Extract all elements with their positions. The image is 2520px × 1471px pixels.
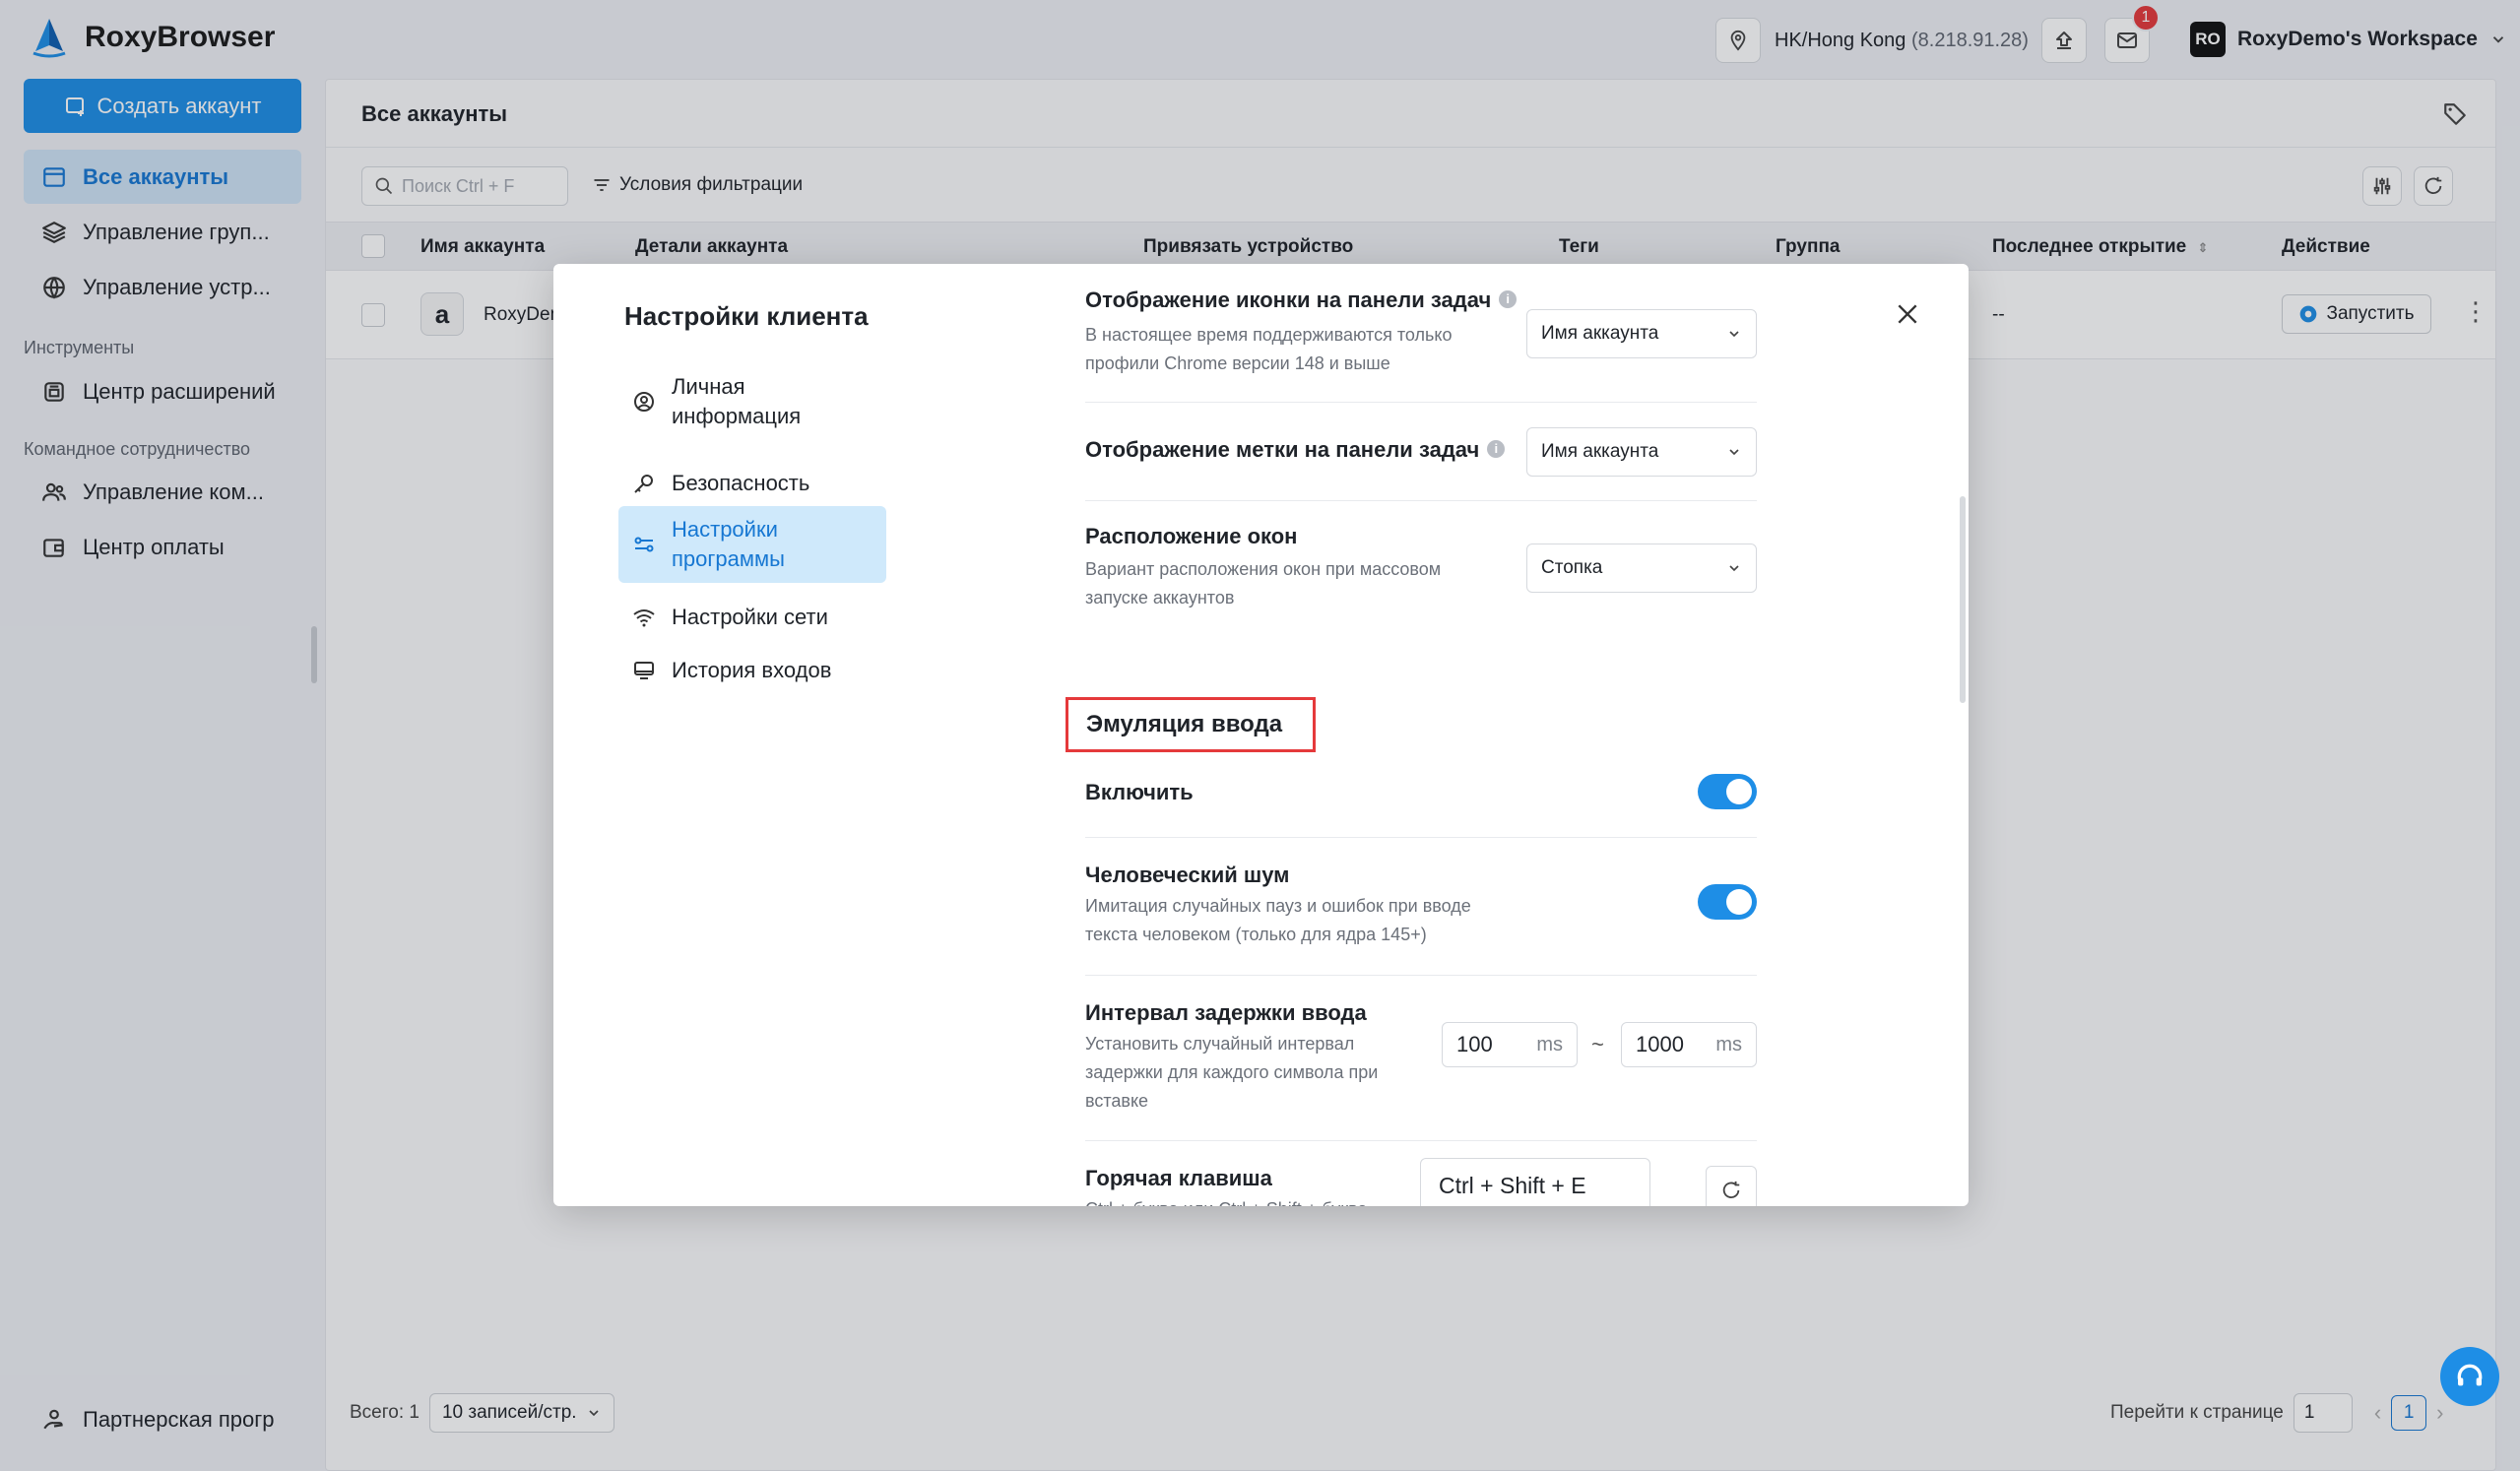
- modal-nav-label: Безопасность: [672, 471, 810, 495]
- delay-min-value: 100: [1456, 1032, 1493, 1056]
- hotkey-input[interactable]: Ctrl + Shift + E: [1420, 1158, 1650, 1206]
- divider: [1085, 1140, 1757, 1141]
- modal-nav-security[interactable]: Безопасность: [618, 459, 886, 508]
- select-value: Стопка: [1541, 557, 1603, 578]
- divider: [1085, 500, 1757, 501]
- unit-label: ms: [1536, 1033, 1563, 1055]
- setting-description: Установить случайный интервал задержки д…: [1085, 1034, 1379, 1111]
- support-button[interactable]: [2440, 1347, 2499, 1406]
- modal-nav-label: Личная информация: [672, 374, 802, 428]
- unit-label: ms: [1715, 1033, 1742, 1055]
- headset-icon: [2457, 1364, 2483, 1386]
- setting-title: Отображение метки на панели задач i: [1085, 437, 1506, 463]
- chevron-down-icon: [1729, 565, 1739, 572]
- key-icon: [634, 475, 653, 493]
- divider: [1085, 975, 1757, 976]
- setting-title: Человеческий шум: [1085, 863, 1290, 887]
- section-heading-input-emulation: Эмуляция ввода: [1066, 697, 1316, 752]
- range-separator: ~: [1591, 1032, 1604, 1056]
- enable-input-emulation-toggle[interactable]: [1698, 774, 1757, 809]
- setting-title: Интервал задержки ввода: [1085, 1000, 1367, 1025]
- taskbar-label-select[interactable]: Имя аккаунта: [1526, 427, 1757, 477]
- setting-description: В настоящее время поддерживаются только …: [1085, 325, 1453, 373]
- delay-max-input[interactable]: 1000 ms: [1621, 1022, 1757, 1067]
- divider: [1085, 402, 1757, 403]
- user-icon: [634, 392, 654, 412]
- close-icon[interactable]: [1895, 301, 1920, 327]
- info-icon[interactable]: i: [1487, 439, 1506, 458]
- setting-description: Вариант расположения окон при массовом з…: [1085, 559, 1442, 608]
- setting-title: Отображение иконки на панели задач i: [1085, 288, 1518, 313]
- delay-max-value: 1000: [1636, 1032, 1684, 1056]
- setting-description: Ctrl + буква или Ctrl + Shift + буква: [1085, 1195, 1410, 1206]
- modal-scrollbar[interactable]: [1960, 496, 1966, 703]
- setting-title-text: Отображение иконки на панели задач: [1085, 288, 1492, 312]
- setting-title-text: Отображение метки на панели задач: [1085, 437, 1480, 462]
- sliders-icon: [634, 537, 654, 552]
- modal-nav-label: Настройки сети: [672, 605, 828, 629]
- human-noise-toggle[interactable]: [1698, 884, 1757, 920]
- setting-title: Горячая клавиша: [1085, 1166, 1272, 1190]
- modal-nav-program-settings[interactable]: Настройки программы: [618, 506, 886, 583]
- modal-nav-label: История входов: [672, 658, 832, 682]
- chevron-down-icon: [1729, 449, 1739, 456]
- modal-nav-network[interactable]: Настройки сети: [618, 593, 886, 642]
- select-value: Имя аккаунта: [1541, 441, 1659, 462]
- modal-nav-label: Настройки программы: [672, 517, 785, 571]
- window-layout-select[interactable]: Стопка: [1526, 544, 1757, 593]
- divider: [1085, 837, 1757, 838]
- setting-title: Расположение окон: [1085, 524, 1298, 548]
- delay-min-input[interactable]: 100 ms: [1442, 1022, 1578, 1067]
- select-value: Имя аккаунта: [1541, 323, 1659, 344]
- info-icon[interactable]: i: [1499, 289, 1518, 308]
- modal-nav-login-history[interactable]: История входов: [618, 646, 886, 695]
- taskbar-icon-select[interactable]: Имя аккаунта: [1526, 309, 1757, 358]
- client-settings-modal: Настройки клиента Личная информация Безо…: [553, 264, 1969, 1206]
- wifi-icon: [633, 609, 655, 627]
- modal-title: Настройки клиента: [624, 301, 869, 331]
- refresh-icon: [1722, 1181, 1740, 1199]
- hotkey-reset-button[interactable]: [1706, 1166, 1757, 1206]
- modal-nav-personal[interactable]: Личная информация: [618, 362, 886, 441]
- setting-description: Имитация случайных пауз и ошибок при вво…: [1085, 896, 1471, 944]
- monitor-icon: [634, 662, 654, 679]
- setting-title: Включить: [1085, 780, 1194, 804]
- chevron-down-icon: [1729, 331, 1739, 338]
